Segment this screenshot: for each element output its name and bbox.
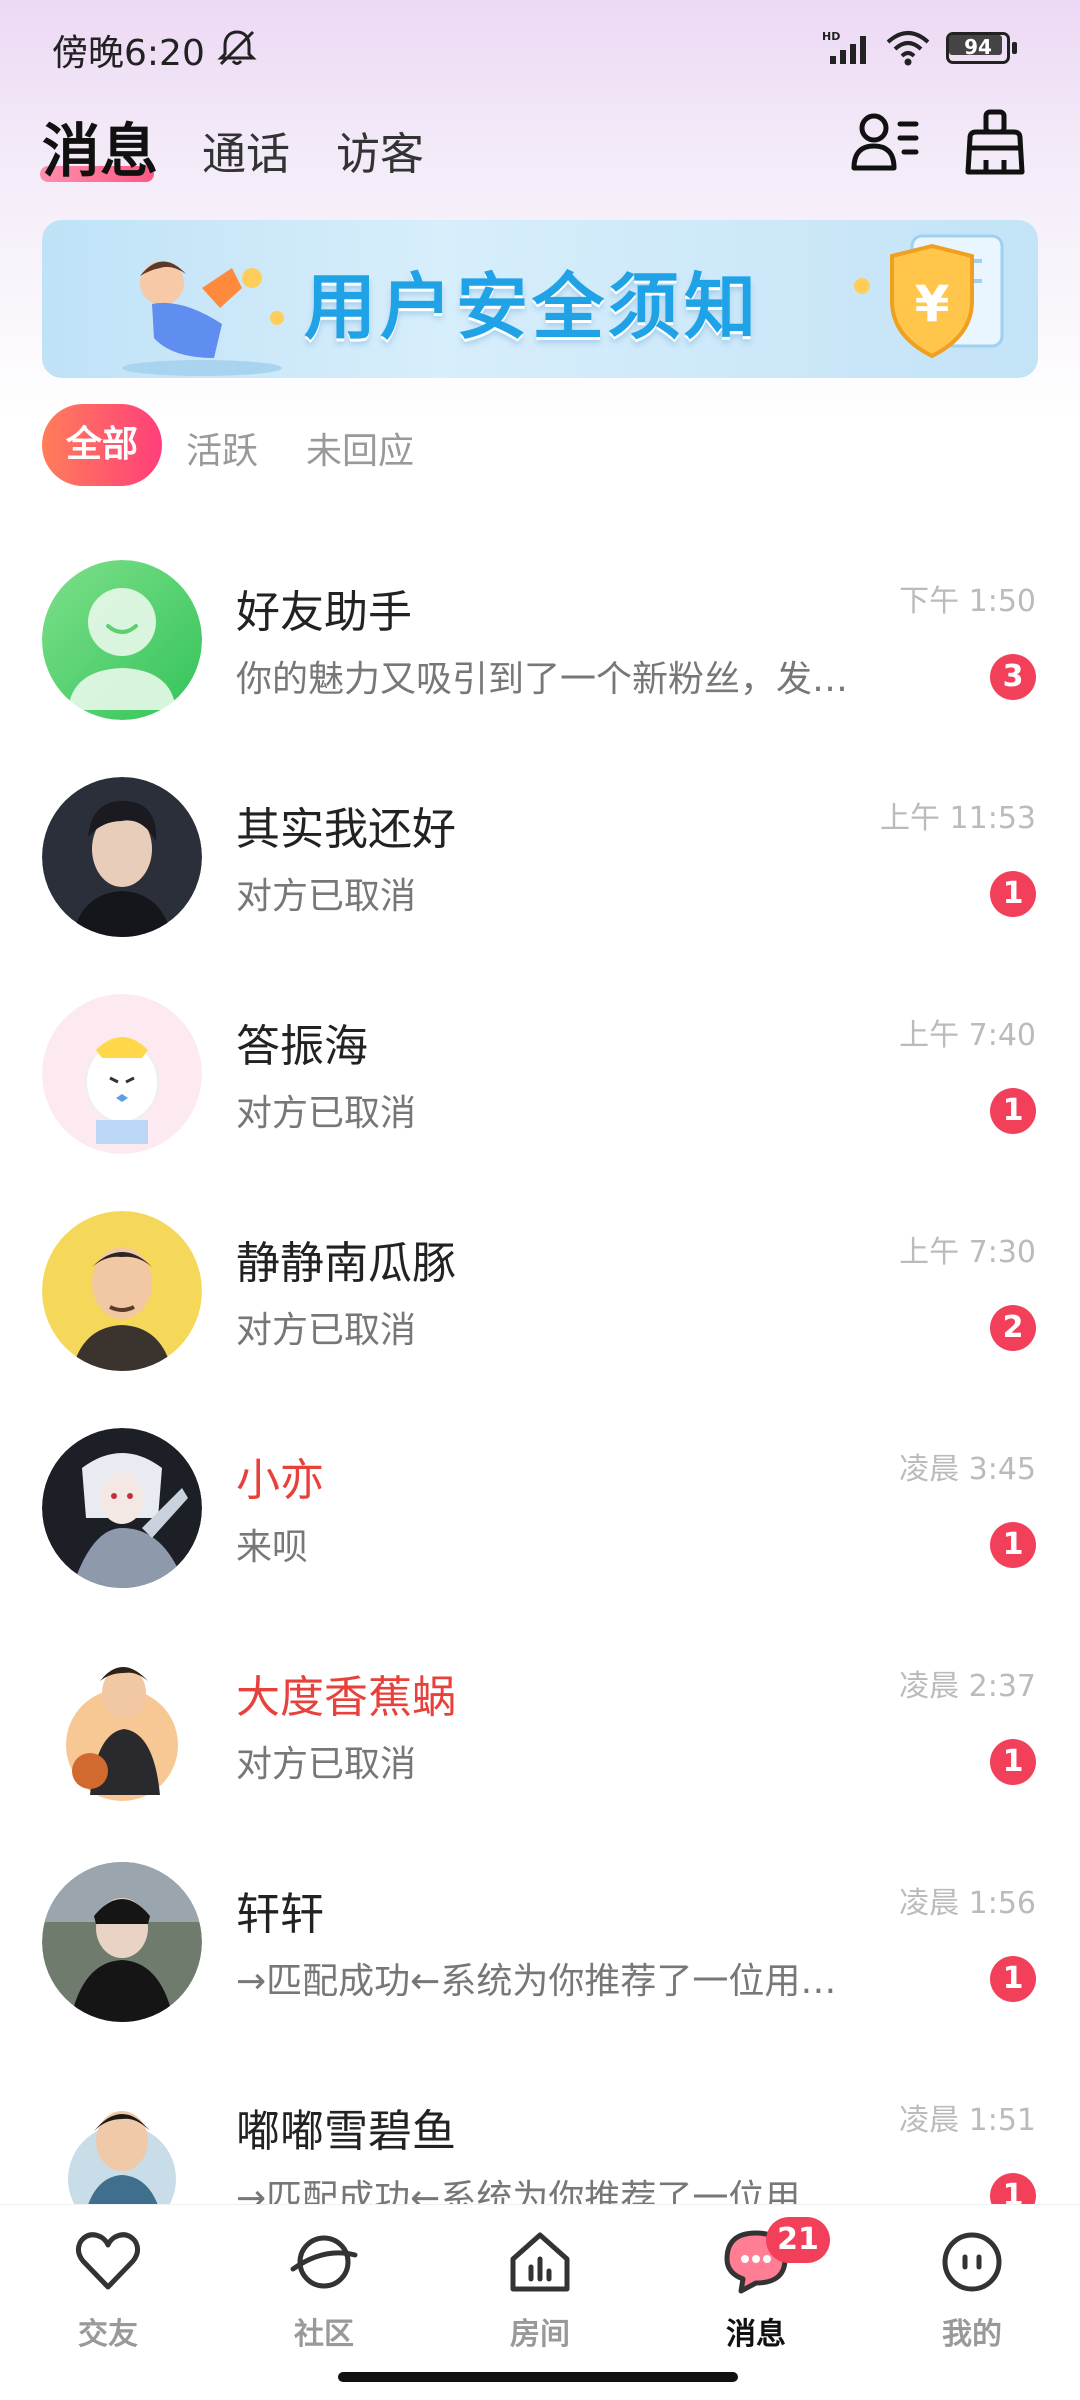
signal-icon: HD (822, 30, 866, 64)
nav-profile[interactable]: 我的 (902, 2227, 1042, 2357)
message-preview: 对方已取消 (236, 1744, 417, 1785)
nav-rooms[interactable]: 房间 (470, 2227, 610, 2357)
message-time: 凌晨 2:37 (899, 1669, 1036, 1704)
message-preview: 对方已取消 (236, 1093, 417, 1134)
nav-dating[interactable]: 交友 (38, 2227, 178, 2357)
unread-badge: 1 (990, 2173, 1036, 2204)
conversation-item[interactable]: 好友助手 你的魅力又吸引到了一个新粉丝，发… 下午 1:50 3 (0, 540, 1080, 757)
contact-name: 轩轩 (236, 1889, 324, 1940)
message-preview: 来呗 (236, 1527, 309, 1568)
contact-name: 静静南瓜豚 (236, 1238, 456, 1289)
unread-badge: 1 (990, 1739, 1036, 1785)
battery-level: 94 (964, 35, 992, 59)
conversation-item[interactable]: 大度香蕉蜗 对方已取消 凌晨 2:37 1 (0, 1625, 1080, 1842)
filter-active[interactable]: 活跃 (186, 422, 258, 474)
tab-visitors[interactable]: 访客 (336, 118, 424, 182)
wifi-icon (886, 31, 930, 66)
character-illustration (122, 261, 284, 376)
message-preview: 对方已取消 (236, 876, 417, 917)
conversation-item[interactable]: 其实我还好 对方已取消 上午 11:53 1 (0, 757, 1080, 974)
contact-name: 大度香蕉蜗 (236, 1672, 456, 1723)
unread-badge: 1 (990, 1088, 1036, 1134)
filter-unanswered[interactable]: 未回应 (306, 422, 414, 474)
home-indicator[interactable] (338, 2372, 738, 2382)
unread-badge: 3 (990, 654, 1036, 700)
clear-messages-icon[interactable] (962, 108, 1028, 178)
conversation-item[interactable]: 静静南瓜豚 对方已取消 上午 7:30 2 (0, 1191, 1080, 1408)
message-time: 凌晨 1:56 (899, 1886, 1036, 1921)
svg-text:HD: HD (822, 30, 840, 43)
messages-badge: 21 (766, 2217, 830, 2263)
filter-all[interactable]: 全部 (42, 404, 162, 486)
conversation-list: 好友助手 你的魅力又吸引到了一个新粉丝，发… 下午 1:50 3 其实我还好 对… (0, 540, 1080, 2204)
unread-badge: 1 (990, 1522, 1036, 1568)
avatar (42, 1645, 202, 1805)
message-time: 上午 11:53 (880, 801, 1036, 836)
message-preview: 你的魅力又吸引到了一个新粉丝，发… (236, 659, 849, 700)
avatar (42, 1428, 202, 1588)
contact-name: 小亦 (236, 1455, 324, 1506)
message-preview: 对方已取消 (236, 1310, 417, 1351)
message-time: 凌晨 1:51 (899, 2103, 1036, 2138)
message-time: 上午 7:30 (899, 1235, 1036, 1270)
unread-badge: 1 (990, 871, 1036, 917)
nav-label: 房间 (510, 2317, 570, 2352)
avatar (42, 777, 202, 937)
status-time: 傍晚6:20 (52, 33, 205, 74)
avatar (42, 1211, 202, 1371)
avatar (42, 1862, 202, 2022)
tab-messages[interactable]: 消息 (42, 104, 158, 188)
svg-text:¥: ¥ (915, 275, 950, 333)
contact-name: 其实我还好 (236, 804, 456, 855)
avatar (42, 994, 202, 1154)
safety-notice-banner[interactable]: 用户安全须知 ¥ (42, 220, 1038, 378)
battery-indicator: 94 (946, 32, 1018, 64)
avatar (42, 560, 202, 720)
face-icon (942, 2232, 1002, 2292)
nav-messages[interactable]: 21 消息 (686, 2217, 830, 2357)
contact-name: 嘟嘟雪碧鱼 (236, 2106, 456, 2157)
contact-name: 答振海 (236, 1021, 368, 1072)
contacts-list-icon[interactable] (850, 110, 920, 176)
message-time: 下午 1:50 (899, 584, 1036, 619)
heart-icon (75, 2232, 141, 2290)
shield-icon: ¥ (854, 234, 1004, 359)
conversation-item[interactable]: 答振海 对方已取消 上午 7:40 1 (0, 974, 1080, 1191)
banner-title: 用户安全须知 (304, 265, 761, 349)
unread-badge: 2 (990, 1305, 1036, 1351)
nav-label: 社区 (294, 2317, 354, 2352)
nav-label: 我的 (942, 2317, 1002, 2352)
message-time: 凌晨 3:45 (899, 1452, 1036, 1487)
mute-notification-icon (217, 30, 257, 66)
status-bar: 傍晚6:20 HD 94 (0, 0, 1080, 100)
message-preview: →匹配成功←系统为你推荐了一位用… (236, 2178, 837, 2204)
nav-label: 消息 (726, 2317, 786, 2352)
nav-label: 交友 (78, 2317, 138, 2352)
unread-badge: 1 (990, 1956, 1036, 2002)
conversation-item[interactable]: 嘟嘟雪碧鱼 →匹配成功←系统为你推荐了一位用… 凌晨 1:51 1 (0, 2059, 1080, 2204)
conversation-item[interactable]: 小亦 来呗 凌晨 3:45 1 (0, 1408, 1080, 1625)
tab-calls[interactable]: 通话 (202, 118, 290, 182)
house-chart-icon (510, 2232, 570, 2292)
planet-icon (290, 2235, 358, 2289)
nav-community[interactable]: 社区 (254, 2227, 394, 2357)
contact-name: 好友助手 (236, 587, 412, 638)
bottom-navigation: 交友 社区 房间 21 消息 我的 (0, 2204, 1080, 2400)
conversation-item[interactable]: 轩轩 →匹配成功←系统为你推荐了一位用… 凌晨 1:56 1 (0, 1842, 1080, 2059)
message-time: 上午 7:40 (899, 1018, 1036, 1053)
message-preview: →匹配成功←系统为你推荐了一位用… (236, 1961, 837, 2002)
avatar (42, 2079, 202, 2204)
